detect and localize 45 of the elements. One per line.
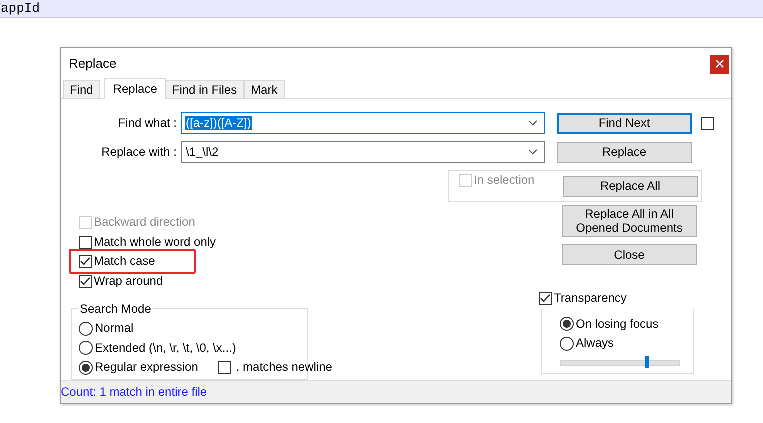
field-label: Find what :: [117, 116, 178, 130]
radio-label: Normal: [95, 322, 134, 336]
checkbox[interactable]: [79, 274, 92, 288]
checkbox-label: In selection: [474, 174, 535, 188]
radio-label: Extended (\n, \r, \t, \0, \x...): [95, 342, 236, 355]
checkbox[interactable]: [539, 292, 552, 306]
checkbox[interactable]: [218, 361, 232, 374]
checkbox[interactable]: [79, 236, 92, 249]
replace-all-button[interactable]: Replace All: [563, 176, 698, 196]
dropdown-caret-icon: [528, 149, 538, 155]
slider-thumb[interactable]: [644, 356, 649, 368]
tab[interactable]: Mark: [244, 80, 285, 98]
checkbox[interactable]: [701, 116, 714, 130]
radio-button[interactable]: [560, 336, 574, 351]
checkbox-label: Match case: [94, 255, 156, 268]
field-label: Replace with :: [100, 145, 178, 159]
tab[interactable]: Replace: [104, 78, 166, 99]
close-icon: [716, 60, 724, 68]
find-what-field[interactable]: ([a-z])([A-Z]): [181, 112, 545, 134]
group-title: Search Mode: [78, 302, 154, 316]
code-line: appId: [0, 1, 40, 16]
replace-with-field[interactable]: \1_\l\2: [181, 141, 545, 163]
find-next-button[interactable]: Find Next: [557, 112, 692, 134]
window-title: Replace: [69, 56, 117, 70]
radio-button[interactable]: [79, 322, 93, 336]
radio-label: On losing focus: [576, 318, 659, 331]
checkbox-label: Transparency: [554, 292, 627, 306]
close-dialog-button[interactable]: Close: [562, 244, 697, 265]
dropdown-caret-icon: [528, 120, 538, 126]
radio-button[interactable]: [79, 360, 93, 375]
radio-label: Regular expression: [95, 361, 198, 374]
close-button[interactable]: [710, 54, 729, 74]
checkbox-label: . matches newline: [236, 361, 332, 374]
status-text: Count: 1 match in entire file: [61, 385, 208, 399]
checkbox-label: Wrap around: [94, 274, 164, 288]
tab[interactable]: Find in Files: [165, 80, 244, 98]
tab[interactable]: Find: [63, 80, 100, 98]
checkbox-label: Match whole word only: [94, 236, 216, 249]
checkbox[interactable]: [79, 255, 92, 268]
replace-all-opened-button[interactable]: Replace All in All Opened Documents: [562, 205, 697, 237]
radio-button[interactable]: [560, 317, 574, 332]
radio-button[interactable]: [79, 341, 93, 356]
radio-label: Always: [576, 337, 614, 350]
replace-button[interactable]: Replace: [557, 142, 692, 162]
checkbox-label: Backward direction: [94, 216, 196, 230]
